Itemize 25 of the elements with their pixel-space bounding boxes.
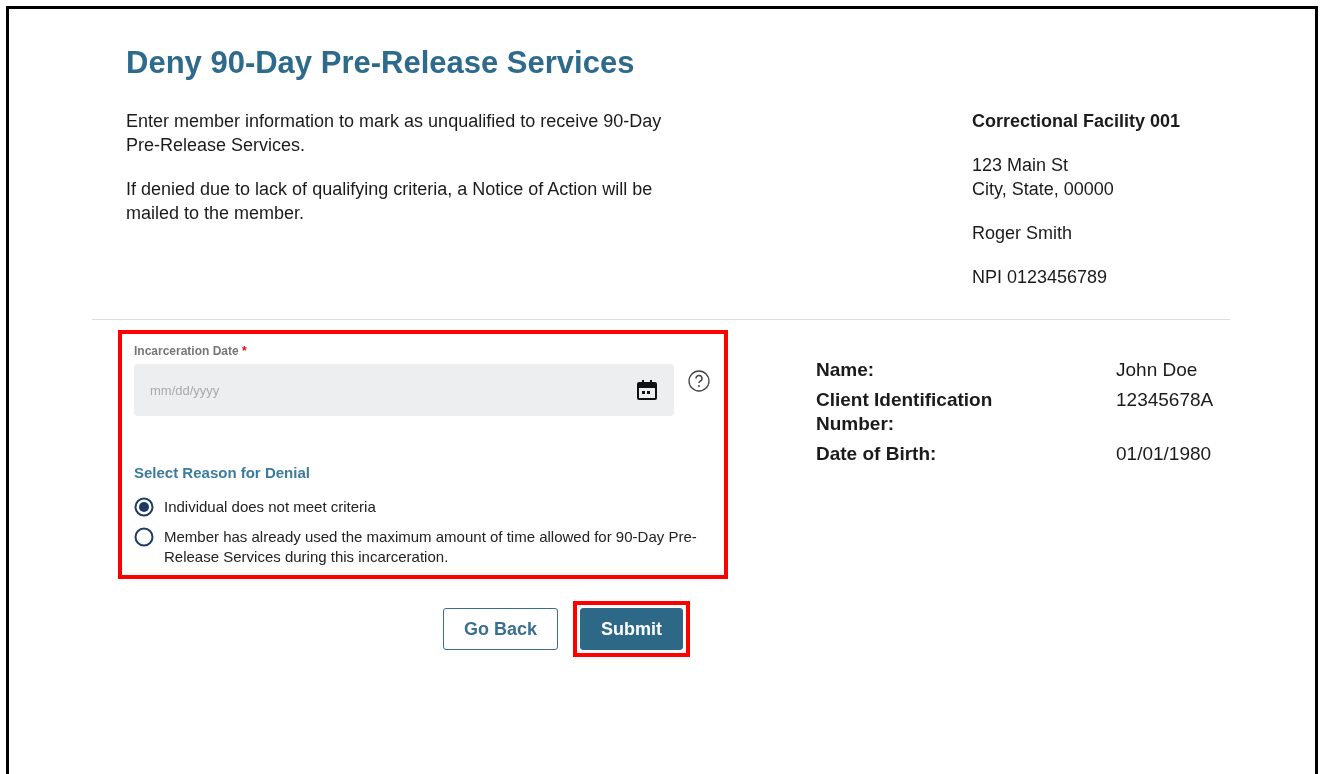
npi-number: NPI 0123456789 [972,266,1109,289]
back-button[interactable]: Go Back [443,608,559,650]
info-label: Date of Birth: [816,442,938,466]
field-label: Incarceration Date * [134,344,248,358]
radio-label[interactable]: Member has already used the maximum amount of time allowed for 90-Day Pre-Release Services during this incarceration. [164,527,712,567]
intro-paragraph: If denied due to lack of qualifying criteria, a Notice of Action will be mailed to the member. [126,178,654,225]
info-value: John Doe [1116,358,1199,382]
address-line: 123 Main St [972,154,1070,177]
radio-label[interactable]: Individual does not meet criteria [164,497,376,517]
date-field[interactable]: mm/dd/yyyy [134,364,674,416]
info-label: Client Identification Number: [816,388,994,436]
radio-button[interactable] [134,527,154,547]
section-heading: Select Reason for Denial [134,464,311,481]
address-line: City, State, 00000 [972,178,1115,201]
info-value: 12345678A [1116,388,1215,412]
calendar-icon[interactable] [636,379,658,401]
facility-name: Correctional Facility 001 [972,110,1181,133]
contact-name: Roger Smith [972,222,1074,245]
info-value: 01/01/1980 [1116,442,1213,466]
help-icon[interactable] [688,370,710,392]
radio-button[interactable] [134,497,154,517]
info-label: Name: [816,358,876,382]
page-title: Deny 90-Day Pre-Release Services [126,45,636,81]
submit-button[interactable]: Submit [580,608,684,650]
intro-paragraph: Enter member information to mark as unqualified to receive 90-Day Pre-Release Services. [126,110,663,157]
